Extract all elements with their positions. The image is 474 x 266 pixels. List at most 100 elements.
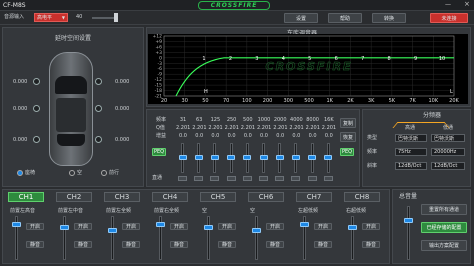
band-toggle-button[interactable] <box>259 176 268 181</box>
band-toggle-button[interactable] <box>275 176 285 181</box>
channel-fader-track[interactable] <box>351 216 354 260</box>
band-fader-knob[interactable] <box>243 155 252 160</box>
band-toggle-button[interactable] <box>307 176 317 181</box>
speaker-mid-left[interactable] <box>33 105 40 112</box>
channel-tab[interactable]: CH2 <box>56 192 92 202</box>
channel-mute-button[interactable]: 静音 <box>362 241 380 248</box>
channel-mute-button[interactable]: 静音 <box>314 241 332 248</box>
eq-band-point: 8 <box>388 56 391 62</box>
channel-fader-knob[interactable] <box>12 222 21 227</box>
car-windshield <box>55 76 87 94</box>
channel-on-button[interactable]: 开启 <box>362 223 380 230</box>
speaker-mid-right[interactable] <box>95 105 102 112</box>
eq-band-point: 4 <box>282 56 285 62</box>
channel-fader-track[interactable] <box>111 216 114 260</box>
help-button[interactable]: 帮助 <box>328 13 362 23</box>
seat-radio-b[interactable] <box>69 170 75 176</box>
channel-on-button[interactable]: 开启 <box>266 223 284 230</box>
volume-thumb[interactable] <box>114 13 118 22</box>
channel-tab[interactable]: CH8 <box>344 192 380 202</box>
copy-button[interactable]: 复制 <box>340 118 356 128</box>
channel-name: 前置左高音 <box>10 208 36 214</box>
channel-tab[interactable]: CH7 <box>296 192 332 202</box>
speaker-front-right[interactable] <box>95 78 102 85</box>
eq-graph[interactable]: +12 +9 +6 +3 0 -3 -6 -9 -12 -15 -18 -21 20 30 50 70 100 2… <box>148 34 468 104</box>
seat-option-a: 座椅 <box>25 170 36 176</box>
channel-tab[interactable]: CH3 <box>104 192 140 202</box>
band-fader-knob[interactable] <box>308 155 317 160</box>
master-fader-knob[interactable] <box>404 218 413 223</box>
channel-fader-knob[interactable] <box>204 225 213 230</box>
export-config-button[interactable]: 输出方案配置 <box>421 240 467 251</box>
saved-config-button[interactable]: 已经存储的配置 <box>421 222 467 233</box>
channel-on-button[interactable]: 开启 <box>122 223 140 230</box>
minimize-icon[interactable]: — <box>445 2 451 8</box>
band-toggle-button[interactable] <box>323 176 333 181</box>
speaker-rear-left[interactable] <box>33 136 40 143</box>
channel-fader-knob[interactable] <box>108 228 117 233</box>
lowpass-type-select[interactable]: 巴特沃斯 <box>431 134 465 142</box>
band-toggle-button[interactable] <box>226 176 236 181</box>
band-fader-knob[interactable] <box>194 155 203 160</box>
lowpass-slope-select[interactable]: 12dB/Oct <box>431 162 465 170</box>
reset-channels-button[interactable]: 重置所有通道 <box>421 204 467 215</box>
channel-name: 空 <box>202 208 208 214</box>
channel-fader-knob[interactable] <box>252 228 261 233</box>
peq-left-button[interactable]: PEQ <box>152 148 166 156</box>
band-toggle-button[interactable] <box>291 176 301 181</box>
eq-y-tick: -15 <box>155 83 162 89</box>
channel-fader-track[interactable] <box>207 216 210 260</box>
channel-fader-knob[interactable] <box>60 225 69 230</box>
channel-tab[interactable]: CH5 <box>200 192 236 202</box>
seat-radio-c[interactable] <box>101 170 107 176</box>
channel-fader-knob[interactable] <box>348 225 357 230</box>
band-toggle-button[interactable] <box>194 176 204 181</box>
channel-on-button[interactable]: 开启 <box>218 223 236 230</box>
lowpass-freq-input[interactable]: 20000Hz <box>431 148 465 156</box>
speaker-front-left[interactable] <box>33 78 40 85</box>
speaker-rear-right[interactable] <box>95 136 102 143</box>
band-fader-knob[interactable] <box>259 155 268 160</box>
band-fader-knob[interactable] <box>275 155 284 160</box>
band-toggle-button[interactable] <box>242 176 252 181</box>
channel-fader-knob[interactable] <box>300 222 309 227</box>
highpass-freq-input[interactable]: 75Hz <box>395 148 427 156</box>
channel-mute-button[interactable]: 静音 <box>218 241 236 248</box>
channel-mute-button[interactable]: 静音 <box>266 241 284 248</box>
peq-right-button[interactable]: PEQ <box>340 148 354 156</box>
channel-on-button[interactable]: 开启 <box>170 223 188 230</box>
band-toggle-button[interactable] <box>178 176 187 181</box>
master-fader-track[interactable] <box>407 206 410 260</box>
band-toggle-button[interactable] <box>210 176 220 181</box>
highpass-slope-select[interactable]: 12dB/Oct <box>395 162 427 170</box>
channel-on-button[interactable]: 开启 <box>74 223 92 230</box>
band-q: 2.201 <box>305 125 320 131</box>
toolbar: 音源输入 高电平 ▼ 40 设置 帮助 转换 未连接 <box>0 11 474 25</box>
close-icon[interactable]: × <box>464 1 470 8</box>
channel-on-button[interactable]: 开启 <box>26 223 44 230</box>
alert-button[interactable]: 未连接 <box>430 13 468 23</box>
channel-mute-button[interactable]: 静音 <box>170 241 188 248</box>
channel-tab[interactable]: CH4 <box>152 192 188 202</box>
channel-mute-button[interactable]: 静音 <box>122 241 140 248</box>
channel-fader-track[interactable] <box>255 216 258 260</box>
band-fader-knob[interactable] <box>291 155 300 160</box>
band-fader-knob[interactable] <box>210 155 219 160</box>
channel-tab[interactable]: CH1 <box>8 192 44 202</box>
band-fader-knob[interactable] <box>178 155 187 160</box>
mode-button[interactable]: 转换 <box>372 13 406 23</box>
channel-fader-knob[interactable] <box>156 222 165 227</box>
channel-mute-button[interactable]: 静音 <box>74 241 92 248</box>
channel-on-button[interactable]: 开启 <box>314 223 332 230</box>
channel-mute-button[interactable]: 静音 <box>26 241 44 248</box>
band-freq: 500 <box>243 117 253 123</box>
restore-button[interactable]: 恢复 <box>340 132 356 142</box>
band-fader-knob[interactable] <box>227 155 236 160</box>
channel-fader-track[interactable] <box>63 216 66 260</box>
seat-radio-a[interactable] <box>17 170 23 176</box>
source-select[interactable]: 高电平 ▼ <box>34 13 68 22</box>
highpass-type-select[interactable]: 巴特沃斯 <box>395 134 427 142</box>
settings-button[interactable]: 设置 <box>284 13 318 23</box>
channel-tab[interactable]: CH6 <box>248 192 284 202</box>
band-fader-knob[interactable] <box>324 155 333 160</box>
